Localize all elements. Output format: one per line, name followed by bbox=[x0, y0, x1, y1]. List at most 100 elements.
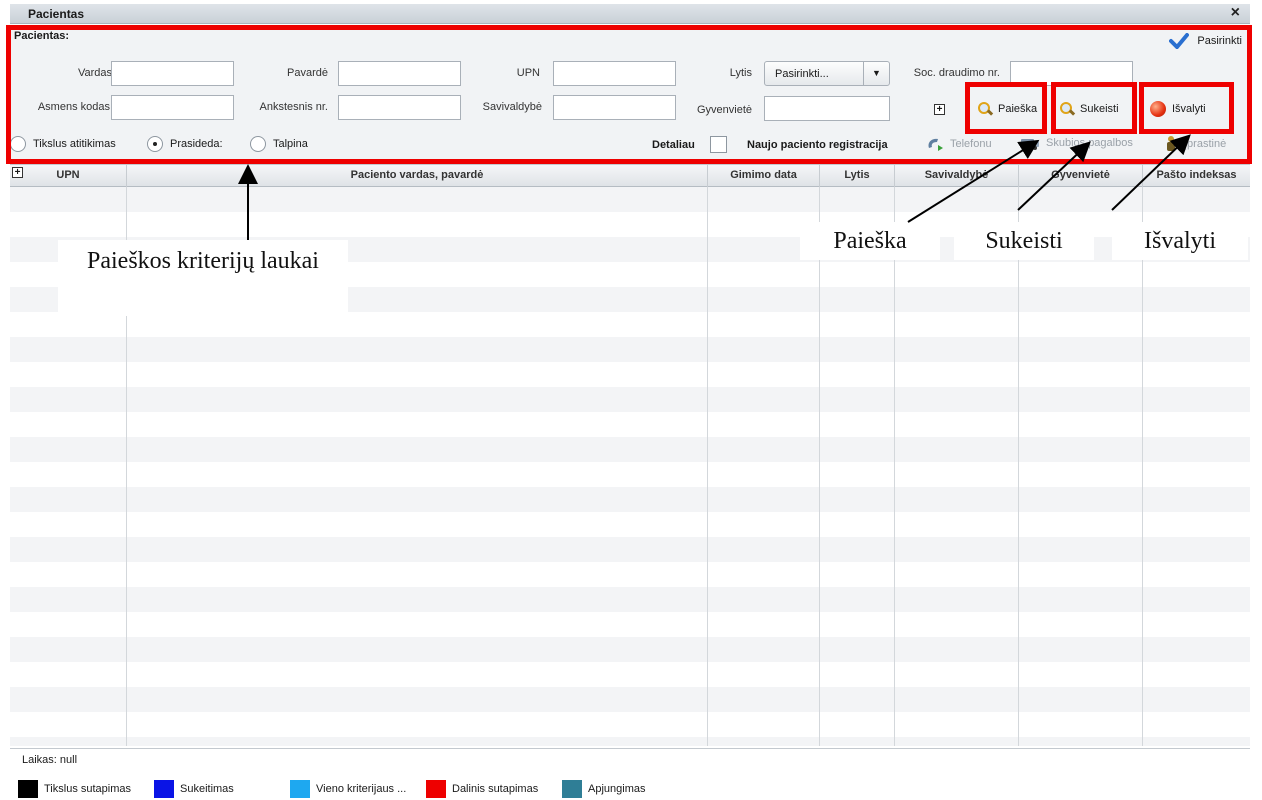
column-header-settlement[interactable]: Gyvenvietė bbox=[1019, 165, 1143, 187]
table-row[interactable] bbox=[10, 487, 1250, 512]
radio-circle bbox=[10, 136, 26, 152]
annotation-paieska: Paieška bbox=[800, 222, 940, 260]
expand-plus-icon[interactable]: + bbox=[934, 104, 945, 115]
radio-circle-selected bbox=[147, 136, 163, 152]
table-row[interactable] bbox=[10, 537, 1250, 562]
isvalyti-label: Išvalyti bbox=[1172, 103, 1206, 115]
legend-bar: Tikslus sutapimas Sukeitimas Vieno krite… bbox=[10, 776, 1250, 800]
sukeisti-button[interactable]: Sukeisti bbox=[1054, 95, 1136, 123]
walking-person-icon bbox=[1167, 136, 1175, 151]
gyvenviete-label: Gyvenvietė bbox=[696, 104, 752, 116]
radio-label: Prasideda: bbox=[170, 138, 223, 150]
legend-item-swap: Sukeitimas bbox=[154, 780, 234, 798]
chevron-down-icon: ▼ bbox=[863, 62, 889, 85]
swap-search-icon bbox=[1060, 102, 1074, 116]
legend-label: Dalinis sutapimas bbox=[452, 783, 539, 795]
isvalyti-button[interactable]: Išvalyti bbox=[1144, 95, 1232, 123]
soc-draudimo-label: Soc. draudimo nr. bbox=[913, 67, 1000, 79]
legend-swatch bbox=[426, 780, 446, 798]
table-row[interactable] bbox=[10, 512, 1250, 537]
legend-swatch bbox=[18, 780, 38, 798]
radio-prasideda[interactable]: Prasideda: bbox=[147, 136, 223, 152]
column-header-birthdate[interactable]: Gimimo data bbox=[708, 165, 820, 187]
table-row[interactable] bbox=[10, 637, 1250, 662]
paieska-label: Paieška bbox=[998, 103, 1038, 115]
legend-label: Vieno kriterijaus ... bbox=[316, 783, 407, 795]
table-row[interactable] bbox=[10, 612, 1250, 637]
legend-swatch bbox=[154, 780, 174, 798]
table-row[interactable] bbox=[10, 387, 1250, 412]
table-row[interactable] bbox=[10, 437, 1250, 462]
pavarde-label: Pavardė bbox=[287, 67, 328, 79]
column-header-name[interactable]: Paciento vardas, pavardė bbox=[127, 165, 708, 187]
close-icon[interactable]: × bbox=[1231, 4, 1240, 22]
legend-item-partial: Dalinis sutapimas bbox=[426, 780, 538, 798]
table-row[interactable] bbox=[10, 187, 1250, 212]
asmens-kodas-label: Asmens kodas bbox=[37, 101, 110, 113]
registration-label: Naujo paciento registracija bbox=[747, 139, 888, 151]
registration-emergency-label: Skubios pagalbos bbox=[1046, 137, 1133, 149]
lytis-select[interactable]: Pasirinkti... ▼ bbox=[764, 61, 890, 86]
column-divider bbox=[707, 187, 708, 746]
upn-label: UPN bbox=[516, 67, 540, 79]
registration-regular-label: Įprastinė bbox=[1184, 138, 1227, 150]
detaliau-checkbox[interactable] bbox=[710, 136, 727, 153]
lytis-label: Lytis bbox=[729, 67, 752, 79]
column-divider bbox=[1018, 187, 1019, 746]
search-icon bbox=[978, 102, 992, 116]
table-row[interactable] bbox=[10, 712, 1250, 737]
table-row[interactable] bbox=[10, 662, 1250, 687]
legend-swatch bbox=[290, 780, 310, 798]
table-row[interactable] bbox=[10, 337, 1250, 362]
grid-header: + UPN Paciento vardas, pavardė Gimimo da… bbox=[10, 165, 1250, 187]
ankstesnis-nr-input[interactable] bbox=[338, 95, 461, 120]
registration-phone-label: Telefonu bbox=[950, 138, 992, 150]
legend-label: Tikslus sutapimas bbox=[44, 783, 132, 795]
legend-label: Sukeitimas bbox=[180, 783, 234, 795]
legend-item-exact: Tikslus sutapimas bbox=[18, 780, 131, 798]
vardas-input[interactable] bbox=[111, 61, 234, 86]
status-text: Laikas: null bbox=[22, 754, 78, 766]
window-title: Pacientas bbox=[28, 7, 85, 21]
registration-regular-link[interactable]: Įprastinė bbox=[1164, 136, 1226, 152]
table-row[interactable] bbox=[10, 362, 1250, 387]
table-row[interactable] bbox=[10, 412, 1250, 437]
column-header-municipality[interactable]: Savivaldybė bbox=[895, 165, 1019, 187]
ankstesnis-nr-label: Ankstesnis nr. bbox=[259, 101, 328, 113]
select-all-button[interactable]: Pasirinkti bbox=[1169, 33, 1242, 49]
checkmark-icon bbox=[1169, 33, 1190, 49]
table-row[interactable] bbox=[10, 737, 1250, 746]
savivaldybe-label: Savivaldybė bbox=[482, 101, 542, 113]
column-header-upn[interactable]: UPN bbox=[10, 165, 127, 187]
paieska-button[interactable]: Paieška bbox=[972, 95, 1050, 123]
radio-tikslus-atitikimas[interactable]: Tikslus atitikimas bbox=[10, 136, 116, 152]
table-row[interactable] bbox=[10, 462, 1250, 487]
column-header-gender[interactable]: Lytis bbox=[820, 165, 895, 187]
asmens-kodas-input[interactable] bbox=[111, 95, 234, 120]
column-divider bbox=[894, 187, 895, 746]
gyvenviete-input[interactable] bbox=[764, 96, 890, 121]
table-row[interactable] bbox=[10, 562, 1250, 587]
soc-draudimo-input[interactable] bbox=[1010, 61, 1133, 86]
column-divider bbox=[1142, 187, 1143, 746]
savivaldybe-input[interactable] bbox=[553, 95, 676, 120]
legend-label: Apjungimas bbox=[588, 783, 646, 795]
legend-item-merge: Apjungimas bbox=[562, 780, 645, 798]
radio-label: Tikslus atitikimas bbox=[33, 138, 116, 150]
phone-icon bbox=[928, 138, 943, 151]
registration-phone-link[interactable]: Telefonu bbox=[926, 136, 992, 152]
annotation-isvalyti: Išvalyti bbox=[1112, 222, 1248, 260]
search-criteria-panel: Pacientas: Pasirinkti Vardas Pavardė UPN… bbox=[10, 25, 1250, 162]
registration-emergency-link[interactable]: Skubios pagalbos bbox=[1020, 136, 1133, 150]
column-header-postal-code[interactable]: Pašto indeksas bbox=[1143, 165, 1250, 187]
upn-input[interactable] bbox=[553, 61, 676, 86]
table-row[interactable] bbox=[10, 587, 1250, 612]
sukeisti-label: Sukeisti bbox=[1080, 103, 1119, 115]
vardas-label: Vardas bbox=[77, 67, 112, 79]
status-bar: Laikas: null bbox=[10, 748, 1250, 772]
annotation-criteria-fields: Paieškos kriterijų laukai bbox=[58, 240, 348, 316]
table-row[interactable] bbox=[10, 687, 1250, 712]
clear-red-ball-icon bbox=[1150, 101, 1166, 117]
pavarde-input[interactable] bbox=[338, 61, 461, 86]
radio-talpina[interactable]: Talpina bbox=[250, 136, 308, 152]
